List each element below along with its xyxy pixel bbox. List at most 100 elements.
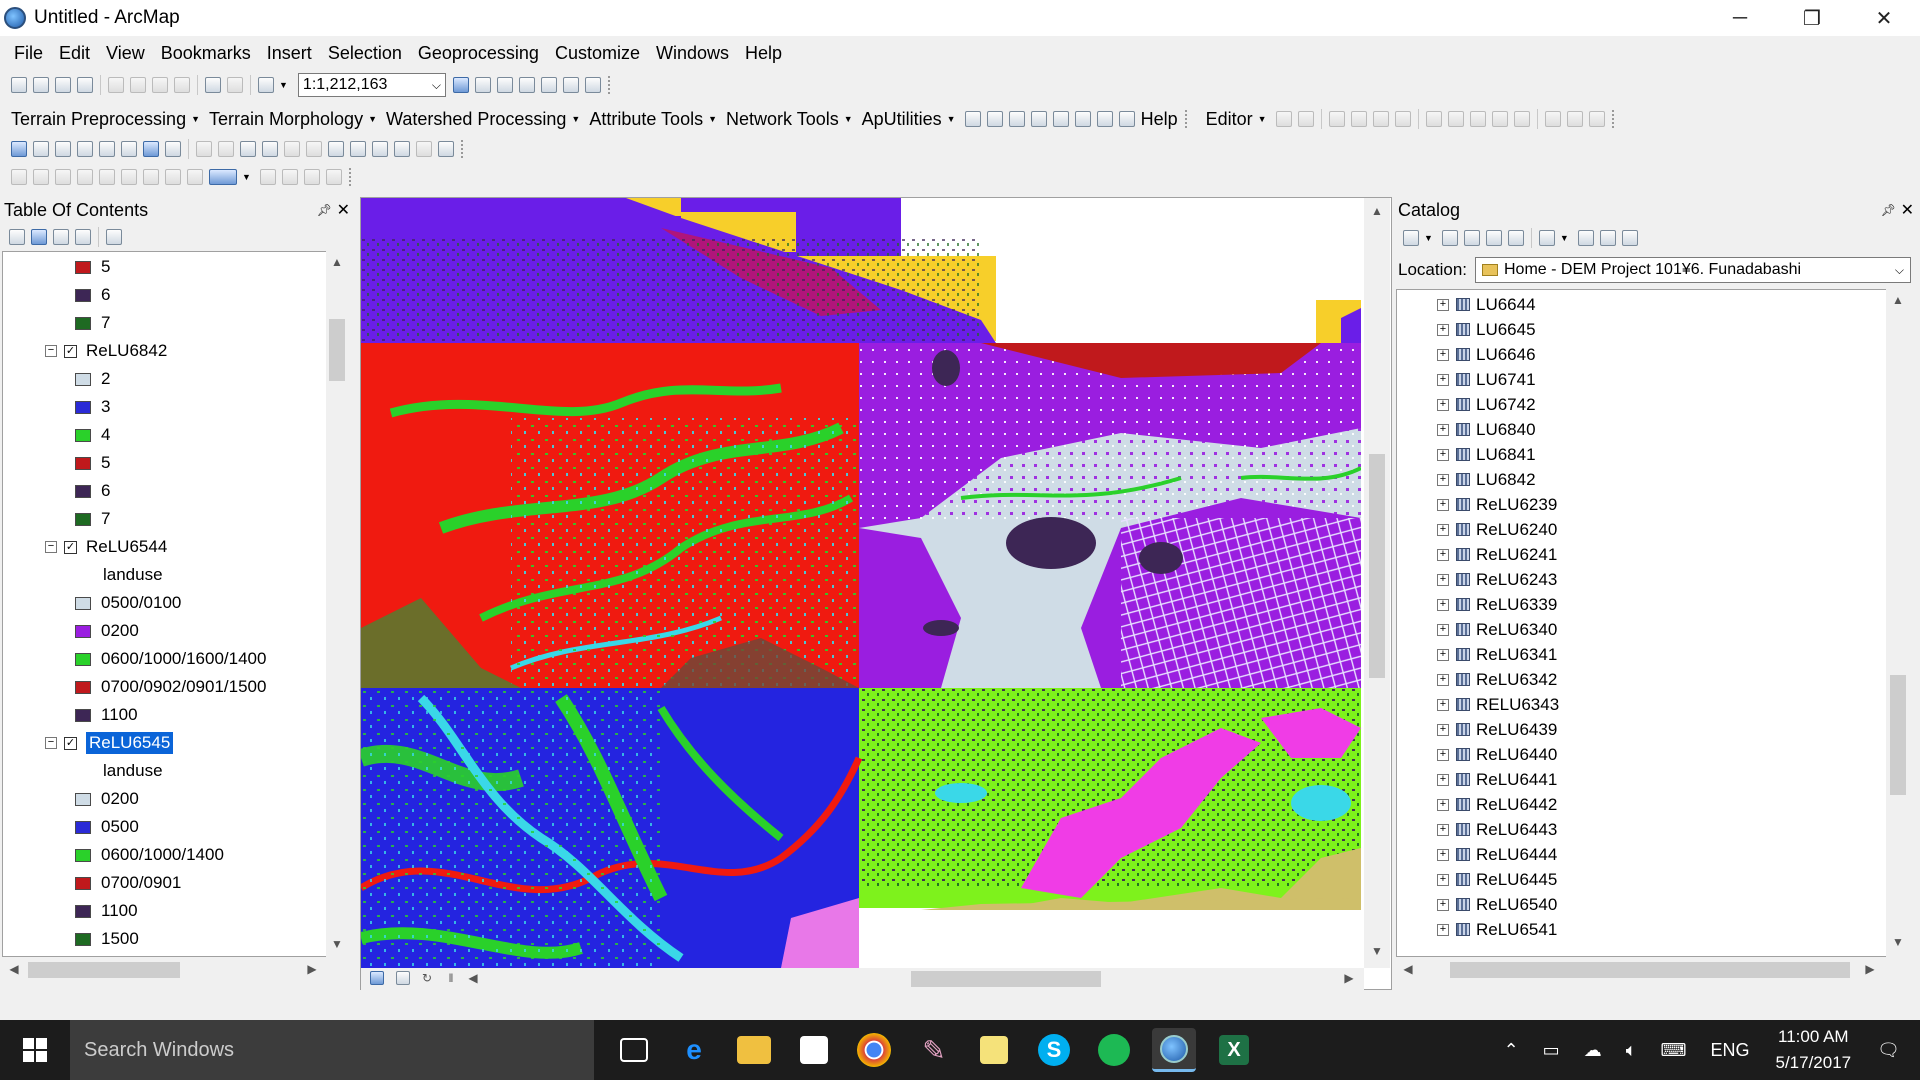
find-route-icon[interactable] <box>372 141 388 157</box>
catalog-tree[interactable]: + LU6644 + LU6645 + LU6646 + LU6741 + LU6742 + LU68… <box>1396 289 1894 957</box>
expand-icon[interactable]: + <box>1437 573 1449 586</box>
fixed-zoom-in-icon[interactable] <box>99 141 115 157</box>
sticky-notes-icon[interactable] <box>980 1036 1008 1064</box>
edit-tool-icon[interactable] <box>1275 111 1292 127</box>
sketch-properties-icon[interactable] <box>1566 111 1583 127</box>
catalog-item[interactable]: + ReLU6442 <box>1437 792 1557 817</box>
zoom-whole-page-icon[interactable] <box>77 169 93 185</box>
connect-folder-icon[interactable] <box>1507 230 1524 246</box>
collapse-icon[interactable]: − <box>45 737 57 749</box>
table-of-contents-icon[interactable] <box>474 77 491 93</box>
watershed-processing-menu[interactable]: Watershed Processing <box>383 109 569 130</box>
catalog-item[interactable]: + LU6741 <box>1437 367 1536 392</box>
symbol-swatch[interactable] <box>75 652 91 666</box>
close-icon[interactable]: ✕ <box>1901 200 1914 220</box>
menu-selection[interactable]: Selection <box>320 43 410 64</box>
store-icon[interactable] <box>800 1036 828 1064</box>
symbol-swatch[interactable] <box>75 792 91 806</box>
expand-icon[interactable]: + <box>1437 298 1449 311</box>
scroll-right-icon[interactable]: ▶ <box>1341 971 1357 985</box>
toc-layer-list[interactable]: 5 6 7− ✓ ReLU6842 2 3 4 5 6 7− ✓ ReLU6544 landuse 0500… <box>2 251 334 957</box>
list-by-source-icon[interactable] <box>31 229 47 245</box>
expand-icon[interactable]: + <box>1437 723 1449 736</box>
toolbar-grip[interactable] <box>1611 110 1620 128</box>
zoom-100-icon[interactable] <box>99 169 115 185</box>
edge-browser-icon[interactable]: e <box>672 1028 716 1072</box>
catalog-item[interactable]: + ReLU6540 <box>1437 892 1557 917</box>
toc-horizontal-scrollbar[interactable]: ◀ ▶ <box>2 959 326 981</box>
toc-symbol-class[interactable]: 7 <box>75 506 110 532</box>
scrollbar-thumb[interactable] <box>28 962 180 978</box>
globe-icon[interactable] <box>1074 111 1091 127</box>
paste-icon[interactable] <box>152 77 168 93</box>
scroll-up-icon[interactable]: ▲ <box>329 255 345 269</box>
expand-icon[interactable]: + <box>1437 698 1449 711</box>
chevron-down-icon[interactable]: ▼ <box>1560 233 1569 243</box>
symbol-swatch[interactable] <box>75 428 91 442</box>
scrollbar-thumb[interactable] <box>1369 454 1385 678</box>
toolbar-grip[interactable] <box>461 140 469 158</box>
new-folder-icon[interactable] <box>1577 230 1594 246</box>
symbol-swatch[interactable] <box>75 456 91 470</box>
catalog-item[interactable]: + LU6841 <box>1437 442 1536 467</box>
paint-icon[interactable]: ✎ <box>912 1028 956 1072</box>
toc-symbol-class[interactable]: 6 <box>75 282 110 308</box>
catalog-item[interactable]: + ReLU6439 <box>1437 717 1557 742</box>
menu-help[interactable]: Help <box>737 43 790 64</box>
menu-view[interactable]: View <box>98 43 153 64</box>
expand-icon[interactable]: + <box>1437 673 1449 686</box>
scroll-right-icon[interactable]: ▶ <box>1862 962 1878 976</box>
toolbar-grip[interactable] <box>1184 110 1193 128</box>
toc-symbol-class[interactable]: 0200 <box>75 618 139 644</box>
identify-icon[interactable] <box>262 141 278 157</box>
map-display[interactable]: ▲ ▼ ↻ ‖ ◀ ▶ <box>360 197 1392 990</box>
time-slider-icon[interactable] <box>416 141 432 157</box>
close-icon[interactable]: ✕ <box>337 200 350 220</box>
expand-icon[interactable]: + <box>1437 548 1449 561</box>
scrollbar-thumb[interactable] <box>1890 675 1906 795</box>
arcmap-taskbar-icon[interactable] <box>1152 1028 1196 1072</box>
layer-visibility-checkbox[interactable]: ✓ <box>64 540 77 554</box>
scroll-down-icon[interactable]: ▼ <box>1369 944 1385 958</box>
pencil-icon[interactable] <box>1118 111 1135 127</box>
catalog-item[interactable]: + ReLU6342 <box>1437 667 1557 692</box>
start-button[interactable] <box>0 1020 70 1080</box>
data-view-icon[interactable] <box>370 971 384 985</box>
layout-zoom-in-icon[interactable] <box>11 169 27 185</box>
go-forward-icon[interactable] <box>165 141 181 157</box>
expand-icon[interactable]: + <box>1437 348 1449 361</box>
collapse-icon[interactable]: − <box>45 345 57 357</box>
undo-icon[interactable] <box>205 77 221 93</box>
volume-icon[interactable]: 🔈︎ <box>1626 1040 1637 1061</box>
map-vertical-scrollbar[interactable]: ▲ ▼ <box>1364 198 1390 968</box>
refresh-icon[interactable]: ↻ <box>419 971 435 985</box>
editor-menu[interactable]: Editor <box>1203 109 1256 130</box>
rotate-icon[interactable] <box>1513 111 1530 127</box>
reshape-icon[interactable] <box>1447 111 1464 127</box>
copy-icon[interactable] <box>130 77 146 93</box>
help-button[interactable]: Help <box>1138 109 1181 130</box>
editor-toolbar-icon[interactable] <box>452 77 469 93</box>
expand-icon[interactable]: + <box>1437 473 1449 486</box>
catalog-item[interactable]: + LU6742 <box>1437 392 1536 417</box>
input-language[interactable]: ENG <box>1710 1040 1749 1061</box>
pan-icon[interactable] <box>55 141 71 157</box>
catalog-item[interactable]: + ReLU6340 <box>1437 617 1557 642</box>
up-one-level-icon[interactable] <box>1463 230 1480 246</box>
fixed-zoom-out-icon[interactable] <box>121 141 137 157</box>
toc-symbol-class[interactable]: 6 <box>75 478 110 504</box>
expand-icon[interactable]: + <box>1437 373 1449 386</box>
battery-icon[interactable]: ▭ <box>1543 1040 1560 1061</box>
toc-symbol-class[interactable]: 0600/1000/1600/1400 <box>75 646 266 672</box>
attribute-tools-menu[interactable]: Attribute Tools <box>586 109 706 130</box>
expand-icon[interactable]: + <box>1437 923 1449 936</box>
create-viewer-window-icon[interactable] <box>438 141 454 157</box>
toc-symbol-class[interactable]: 0200 <box>75 786 139 812</box>
expand-icon[interactable]: + <box>1437 448 1449 461</box>
scrollbar-thumb[interactable] <box>329 319 345 381</box>
toc-layer[interactable]: − ✓ ReLU6545 <box>45 730 174 756</box>
land-use-raster-map[interactable] <box>361 198 1361 968</box>
create-features-icon[interactable] <box>1588 111 1605 127</box>
arctoolbox-icon[interactable] <box>540 77 557 93</box>
symbol-swatch[interactable] <box>75 904 91 918</box>
